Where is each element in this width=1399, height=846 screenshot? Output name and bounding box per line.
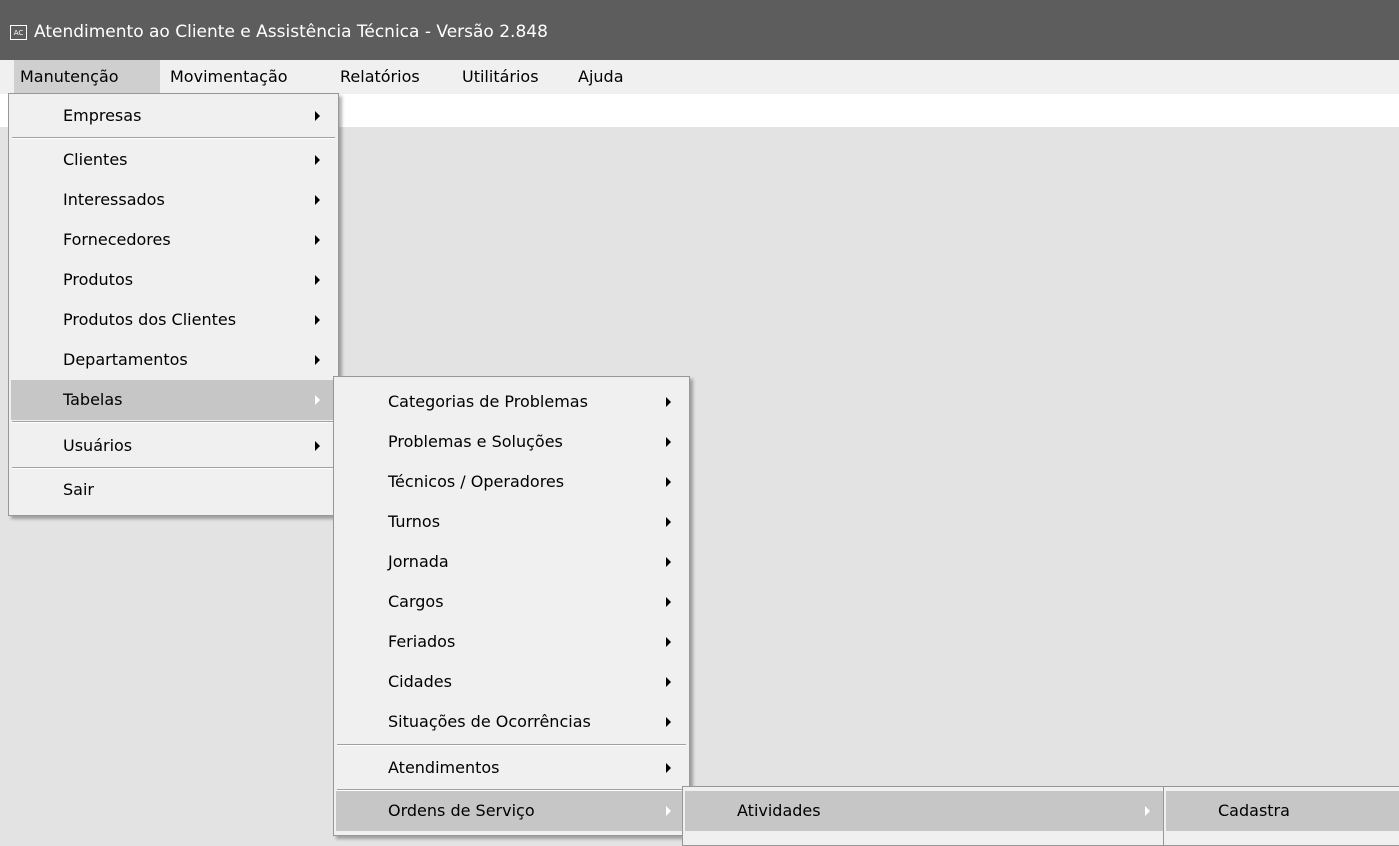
menu-item-label: Problemas e Soluções xyxy=(388,432,563,451)
menu-item-label: Usuários xyxy=(63,436,133,455)
menu-item-jornada[interactable]: Jornada xyxy=(336,542,687,582)
submenu-arrow-icon xyxy=(666,517,671,527)
menu-item-ordens-de-servico[interactable]: Ordens de Serviço xyxy=(336,791,687,831)
menu-item-atividades[interactable]: Atividades xyxy=(685,791,1167,831)
menu-separator xyxy=(12,467,335,469)
menu-item-label: Cargos xyxy=(388,592,444,611)
menu-item-tabelas[interactable]: Tabelas xyxy=(11,380,336,420)
submenu-arrow-icon xyxy=(666,637,671,647)
menu-item-label: Atividades xyxy=(737,801,821,820)
menu-item-departamentos[interactable]: Departamentos xyxy=(11,340,336,380)
submenu-arrow-icon xyxy=(666,806,671,816)
menu-item-label: Cidades xyxy=(388,672,452,691)
submenu-arrow-icon xyxy=(666,557,671,567)
submenu-arrow-icon xyxy=(315,155,320,165)
menu-item-label: Interessados xyxy=(63,190,165,209)
submenu-arrow-icon xyxy=(315,235,320,245)
menu-item-label: Turnos xyxy=(388,512,441,531)
ordens-de-servico-submenu: Atividades xyxy=(682,786,1170,846)
menu-item-turnos[interactable]: Turnos xyxy=(336,502,687,542)
atividades-submenu: Cadastra xyxy=(1163,786,1399,846)
menu-item-label: Sair xyxy=(63,480,94,499)
menu-item-feriados[interactable]: Feriados xyxy=(336,622,687,662)
menu-item-label: Jornada xyxy=(388,552,449,571)
submenu-arrow-icon xyxy=(666,717,671,727)
menu-item-label: Cadastra xyxy=(1218,801,1290,820)
menu-item-cargos[interactable]: Cargos xyxy=(336,582,687,622)
menu-item-label: Empresas xyxy=(63,106,142,125)
app-icon[interactable]: AC xyxy=(10,25,27,40)
submenu-arrow-icon xyxy=(315,275,320,285)
menu-ajuda[interactable]: Ajuda xyxy=(578,60,624,94)
menu-separator xyxy=(12,421,335,423)
menu-item-label: Produtos xyxy=(63,270,134,289)
submenu-arrow-icon xyxy=(315,195,320,205)
submenu-arrow-icon xyxy=(315,315,320,325)
menu-item-produtos[interactable]: Produtos xyxy=(11,260,336,300)
manutencao-menu: Empresas Clientes Interessados Fornecedo… xyxy=(8,93,339,516)
menu-item-interessados[interactable]: Interessados xyxy=(11,180,336,220)
menu-item-atendimentos[interactable]: Atendimentos xyxy=(336,748,687,788)
menu-item-label: Produtos dos Clientes xyxy=(63,310,237,329)
submenu-arrow-icon xyxy=(315,111,320,121)
submenu-arrow-icon xyxy=(315,441,320,451)
window-title: Atendimento ao Cliente e Assistência Téc… xyxy=(34,22,548,42)
menu-item-cidades[interactable]: Cidades xyxy=(336,662,687,702)
menu-item-label: Técnicos / Operadores xyxy=(388,472,565,491)
menu-item-label: Atendimentos xyxy=(388,758,500,777)
menu-movimentacao[interactable]: Movimentação xyxy=(170,60,288,94)
menu-item-sair[interactable]: Sair xyxy=(11,470,336,510)
menu-item-produtos-dos-clientes[interactable]: Produtos dos Clientes xyxy=(11,300,336,340)
title-bar: AC Atendimento ao Cliente e Assistência … xyxy=(0,0,1399,60)
menu-utilitarios[interactable]: Utilitários xyxy=(462,60,539,94)
submenu-arrow-icon xyxy=(666,597,671,607)
tabelas-submenu: Categorias de Problemas Problemas e Solu… xyxy=(333,376,690,836)
menu-item-label: Ordens de Serviço xyxy=(388,801,535,820)
menu-item-label: Situações de Ocorrências xyxy=(388,712,591,731)
submenu-arrow-icon xyxy=(315,395,320,405)
menu-item-tecnicos-operadores[interactable]: Técnicos / Operadores xyxy=(336,462,687,502)
menu-item-label: Clientes xyxy=(63,150,128,169)
menu-item-usuarios[interactable]: Usuários xyxy=(11,426,336,466)
menu-relatorios[interactable]: Relatórios xyxy=(340,60,420,94)
menu-item-problemas-e-solucoes[interactable]: Problemas e Soluções xyxy=(336,422,687,462)
submenu-arrow-icon xyxy=(666,397,671,407)
menu-item-label: Tabelas xyxy=(63,390,123,409)
submenu-arrow-icon xyxy=(315,355,320,365)
menu-item-label: Fornecedores xyxy=(63,230,171,249)
menu-item-label: Departamentos xyxy=(63,350,188,369)
menu-item-cadastra[interactable]: Cadastra xyxy=(1166,791,1399,831)
menu-separator xyxy=(12,137,335,139)
menu-item-fornecedores[interactable]: Fornecedores xyxy=(11,220,336,260)
menu-separator xyxy=(337,744,686,746)
menu-manutencao[interactable]: Manutenção xyxy=(14,60,160,94)
menu-item-categorias-de-problemas[interactable]: Categorias de Problemas xyxy=(336,382,687,422)
menu-bar: Manutenção Movimentação Relatórios Utili… xyxy=(0,60,1399,94)
menu-item-empresas[interactable]: Empresas xyxy=(11,96,336,136)
submenu-arrow-icon xyxy=(666,763,671,773)
menu-item-situacoes-de-ocorrencias[interactable]: Situações de Ocorrências xyxy=(336,702,687,742)
menu-item-label: Categorias de Problemas xyxy=(388,392,588,411)
submenu-arrow-icon xyxy=(666,437,671,447)
menu-item-label: Feriados xyxy=(388,632,456,651)
menu-item-clientes[interactable]: Clientes xyxy=(11,140,336,180)
submenu-arrow-icon xyxy=(666,477,671,487)
submenu-arrow-icon xyxy=(666,677,671,687)
submenu-arrow-icon xyxy=(1145,806,1150,816)
